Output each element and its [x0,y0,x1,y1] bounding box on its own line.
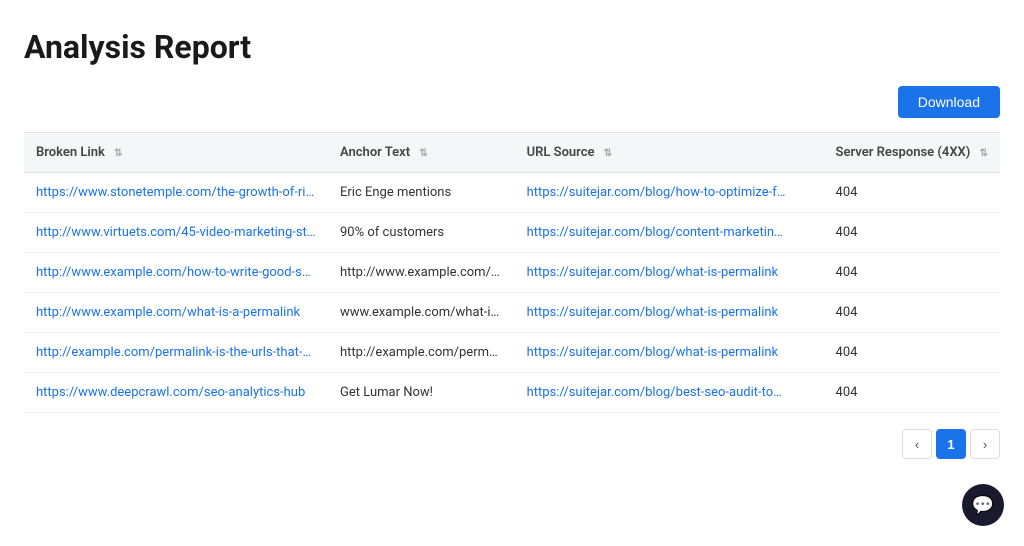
broken-link-cell: https://www.deepcrawl.com/seo-analytics-… [24,373,328,413]
url-source-anchor[interactable]: https://suitejar.com/blog/what-is-permal… [527,345,787,360]
table-row: http://example.com/permalink-is-the-urls… [24,333,1000,373]
table-body: https://www.stonetemple.com/the-growth-o… [24,173,1000,413]
broken-link-anchor[interactable]: http://www.example.com/how-to-write-good… [36,265,316,280]
chat-bubble-button[interactable]: 💬 [962,484,1004,526]
anchor-text-cell: http://www.example.com/how-... [328,253,515,293]
url-source-cell: https://suitejar.com/blog/what-is-permal… [515,293,824,333]
pagination-page-1-button[interactable]: 1 [936,429,966,459]
broken-link-cell: http://www.example.com/what-is-a-permali… [24,293,328,333]
page-title: Analysis Report [24,28,1000,66]
url-source-cell: https://suitejar.com/blog/what-is-permal… [515,333,824,373]
server-response-cell: 404 [824,293,1000,333]
broken-link-anchor[interactable]: http://example.com/permalink-is-the-urls… [36,345,316,360]
broken-link-anchor[interactable]: https://www.stonetemple.com/the-growth-o… [36,185,316,200]
broken-link-anchor[interactable]: https://www.deepcrawl.com/seo-analytics-… [36,385,316,400]
table-row: http://www.example.com/what-is-a-permali… [24,293,1000,333]
sort-icon-server-response[interactable]: ⇅ [980,148,988,159]
broken-link-cell: http://www.virtuets.com/45-video-marketi… [24,213,328,253]
url-source-anchor[interactable]: https://suitejar.com/blog/what-is-permal… [527,305,787,320]
page-wrapper: Analysis Report Download Broken Link ⇅ A… [0,0,1024,479]
server-response-cell: 404 [824,373,1000,413]
chat-icon: 💬 [972,495,994,516]
sort-icon-broken-link[interactable]: ⇅ [114,148,122,159]
pagination-prev-button[interactable]: ‹ [902,429,932,459]
broken-link-cell: http://example.com/permalink-is-the-urls… [24,333,328,373]
url-source-anchor[interactable]: https://suitejar.com/blog/what-is-permal… [527,265,787,280]
anchor-text-cell: http://example.com/permalink-... [328,333,515,373]
anchor-text-cell: Get Lumar Now! [328,373,515,413]
anchor-text-cell: Eric Enge mentions [328,173,515,213]
download-button[interactable]: Download [898,86,1000,118]
url-source-cell: https://suitejar.com/blog/what-is-permal… [515,253,824,293]
server-response-cell: 404 [824,333,1000,373]
sort-icon-anchor-text[interactable]: ⇅ [419,148,427,159]
server-response-cell: 404 [824,173,1000,213]
col-header-url-source: URL Source ⇅ [515,133,824,173]
broken-link-anchor[interactable]: http://www.virtuets.com/45-video-marketi… [36,225,316,240]
broken-link-anchor[interactable]: http://www.example.com/what-is-a-permali… [36,305,316,320]
broken-link-cell: http://www.example.com/how-to-write-good… [24,253,328,293]
pagination: ‹ 1 › [24,429,1000,459]
server-response-cell: 404 [824,213,1000,253]
server-response-cell: 404 [824,253,1000,293]
anchor-text-cell: www.example.com/what-is-a-p... [328,293,515,333]
anchor-text-cell: 90% of customers [328,213,515,253]
url-source-cell: https://suitejar.com/blog/how-to-optimiz… [515,173,824,213]
col-header-server-response: Server Response (4XX) ⇅ [824,133,1000,173]
analysis-table: Broken Link ⇅ Anchor Text ⇅ URL Source ⇅… [24,132,1000,413]
url-source-cell: https://suitejar.com/blog/content-market… [515,213,824,253]
header-row: Download [24,86,1000,118]
table-row: http://www.virtuets.com/45-video-marketi… [24,213,1000,253]
url-source-anchor[interactable]: https://suitejar.com/blog/best-seo-audit… [527,385,787,400]
col-header-broken-link: Broken Link ⇅ [24,133,328,173]
table-header-row: Broken Link ⇅ Anchor Text ⇅ URL Source ⇅… [24,133,1000,173]
table-row: https://www.stonetemple.com/the-growth-o… [24,173,1000,213]
col-header-anchor-text: Anchor Text ⇅ [328,133,515,173]
table-row: https://www.deepcrawl.com/seo-analytics-… [24,373,1000,413]
url-source-anchor[interactable]: https://suitejar.com/blog/how-to-optimiz… [527,185,787,200]
url-source-anchor[interactable]: https://suitejar.com/blog/content-market… [527,225,787,240]
broken-link-cell: https://www.stonetemple.com/the-growth-o… [24,173,328,213]
sort-icon-url-source[interactable]: ⇅ [604,148,612,159]
url-source-cell: https://suitejar.com/blog/best-seo-audit… [515,373,824,413]
table-row: http://www.example.com/how-to-write-good… [24,253,1000,293]
pagination-next-button[interactable]: › [970,429,1000,459]
